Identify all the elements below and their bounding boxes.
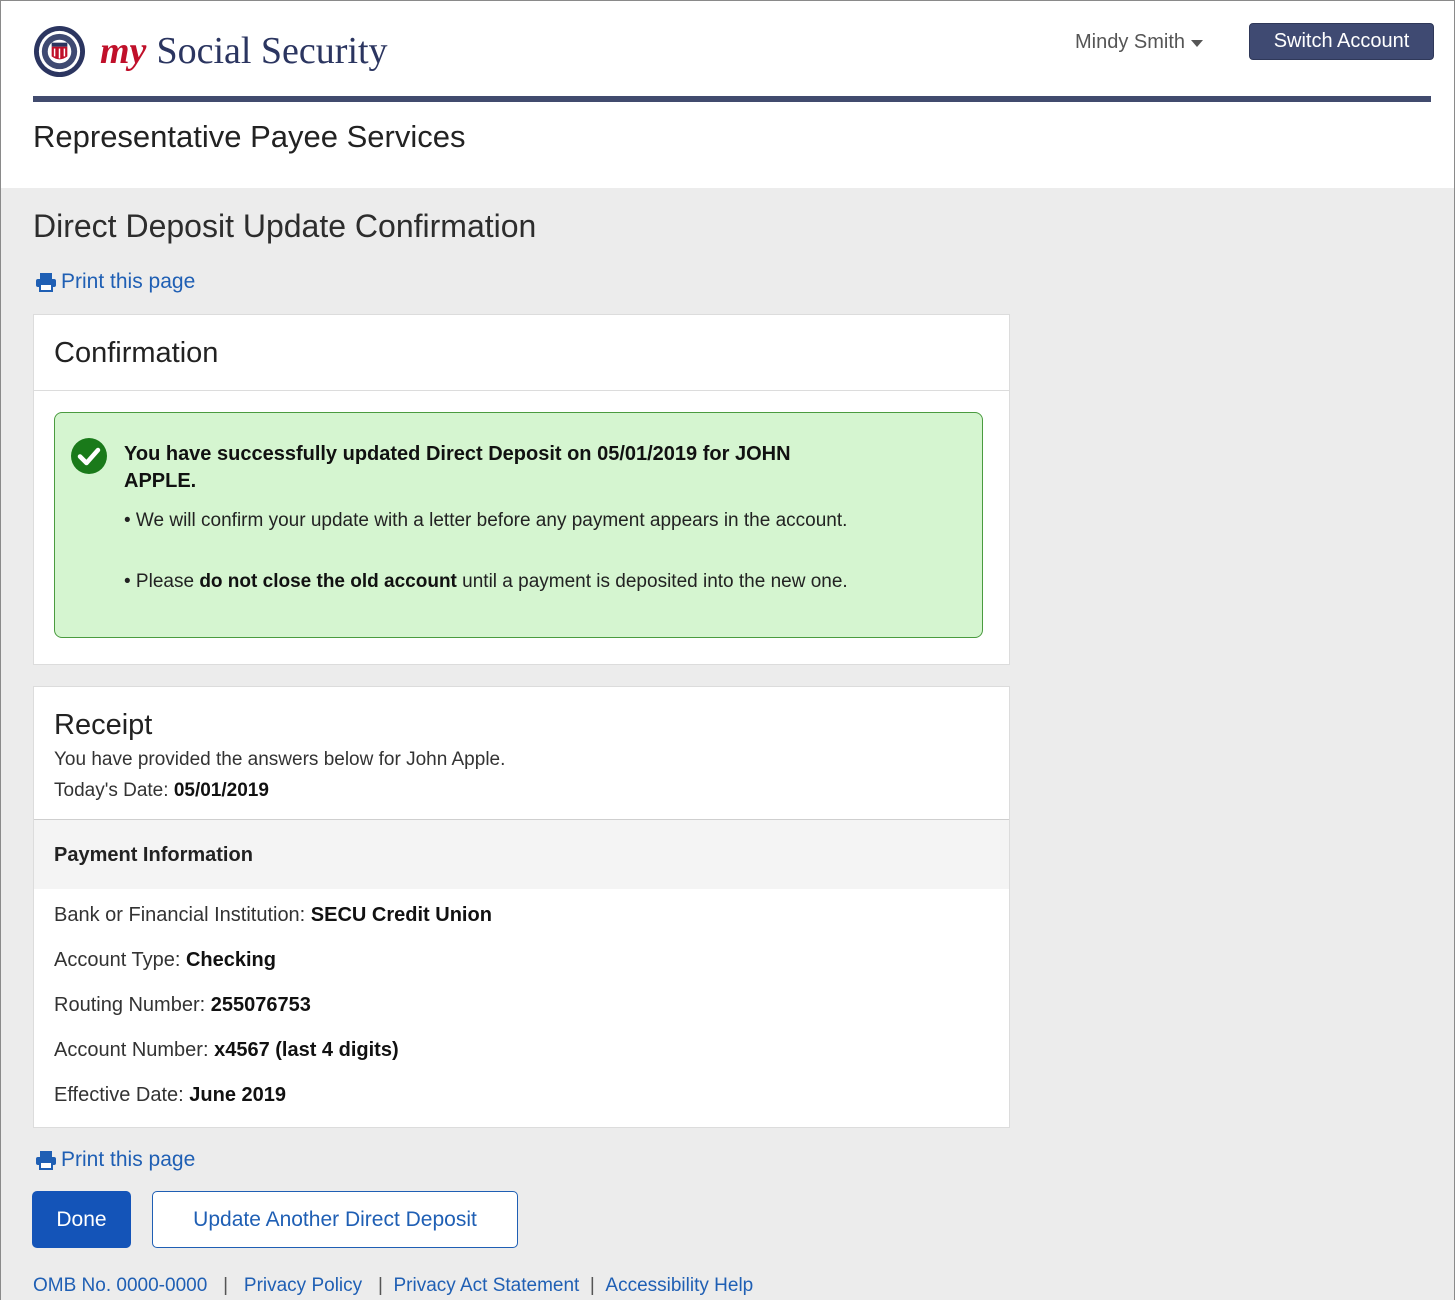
confirmation-heading: Confirmation bbox=[34, 315, 1009, 391]
footer-links: OMB No. 0000-0000 | Privacy Policy | Pri… bbox=[33, 1275, 753, 1297]
brand-my: my bbox=[100, 30, 147, 72]
header-divider bbox=[33, 96, 1431, 102]
page-title: Direct Deposit Update Confirmation bbox=[33, 208, 537, 244]
payment-label: Effective Date: bbox=[54, 1084, 190, 1106]
payment-info-heading: Payment Information bbox=[34, 819, 1009, 889]
payment-row-account-number: Account Number: x4567 (last 4 digits) bbox=[54, 1039, 399, 1062]
payment-row-effective-date: Effective Date: June 2019 bbox=[54, 1084, 286, 1107]
payment-row-bank: Bank or Financial Institution: SECU Cred… bbox=[54, 904, 492, 927]
payment-label: Account Type: bbox=[54, 949, 186, 971]
print-link-bottom[interactable]: Print this page bbox=[35, 1148, 195, 1172]
alert-bullet-old-account: • Please do not close the old account un… bbox=[124, 568, 904, 595]
section-title: Representative Payee Services bbox=[33, 119, 466, 154]
receipt-subtitle: You have provided the answers below for … bbox=[54, 749, 506, 770]
footer-privacy-policy-link[interactable]: Privacy Policy bbox=[244, 1275, 362, 1297]
user-menu[interactable]: Mindy Smith bbox=[1075, 31, 1204, 54]
alert-bullet-emphasis: do not close the old account bbox=[199, 571, 457, 592]
printer-icon bbox=[36, 273, 56, 292]
payment-value: 255076753 bbox=[210, 994, 311, 1016]
user-name: Mindy Smith bbox=[1075, 31, 1186, 53]
payment-label: Account Number: bbox=[54, 1039, 215, 1061]
alert-bullet-prefix: • Please bbox=[124, 571, 200, 592]
alert-title: You have successfully updated Direct Dep… bbox=[124, 443, 791, 492]
receipt-date: Today's Date: 05/01/2019 bbox=[54, 780, 269, 802]
print-link-label: Print this page bbox=[61, 1148, 196, 1171]
print-link-label: Print this page bbox=[61, 270, 196, 293]
payment-value: x4567 (last 4 digits) bbox=[214, 1039, 399, 1061]
payment-label: Routing Number: bbox=[54, 994, 211, 1016]
payment-value: June 2019 bbox=[189, 1084, 286, 1106]
receipt-card: Receipt You have provided the answers be… bbox=[33, 686, 1010, 1128]
check-circle-icon bbox=[71, 438, 107, 474]
brand-name: my Social Security bbox=[100, 32, 388, 70]
done-button[interactable]: Done bbox=[32, 1191, 131, 1248]
site-logo[interactable]: my Social Security bbox=[33, 25, 388, 77]
success-alert: You have successfully updated Direct Dep… bbox=[54, 412, 983, 638]
alert-bullet-suffix: until a payment is deposited into the ne… bbox=[456, 571, 848, 592]
alert-bullet-letter: • We will confirm your update with a let… bbox=[124, 510, 848, 531]
footer-omb-link[interactable]: OMB No. 0000-0000 bbox=[33, 1275, 207, 1297]
payment-value: Checking bbox=[185, 949, 276, 971]
switch-account-button[interactable]: Switch Account bbox=[1249, 23, 1434, 60]
printer-icon bbox=[36, 1151, 56, 1170]
ssa-seal-icon bbox=[33, 25, 86, 77]
main-content: Direct Deposit Update Confirmation Print… bbox=[1, 188, 1454, 1300]
page-frame: my Social Security Mindy Smith Switch Acc… bbox=[0, 0, 1455, 1300]
receipt-date-value: 05/01/2019 bbox=[173, 780, 269, 801]
print-link-top[interactable]: Print this page bbox=[35, 270, 195, 294]
payment-row-routing: Routing Number: 255076753 bbox=[54, 994, 311, 1017]
footer-privacy-act-link[interactable]: Privacy Act Statement bbox=[393, 1275, 579, 1297]
payment-value: SECU Credit Union bbox=[310, 904, 492, 926]
footer-accessibility-link[interactable]: Accessibility Help bbox=[605, 1275, 753, 1297]
update-another-button[interactable]: Update Another Direct Deposit bbox=[152, 1191, 518, 1248]
payment-row-account-type: Account Type: Checking bbox=[54, 949, 276, 972]
receipt-heading: Receipt bbox=[54, 709, 153, 741]
receipt-date-label: Today's Date: bbox=[54, 780, 174, 801]
brand-social-security: Social Security bbox=[156, 30, 388, 72]
site-header: my Social Security Mindy Smith Switch Acc… bbox=[1, 1, 1454, 188]
confirmation-card: Confirmation You have successfully updat… bbox=[33, 314, 1010, 665]
payment-label: Bank or Financial Institution: bbox=[54, 904, 311, 926]
caret-down-icon bbox=[1191, 40, 1204, 47]
